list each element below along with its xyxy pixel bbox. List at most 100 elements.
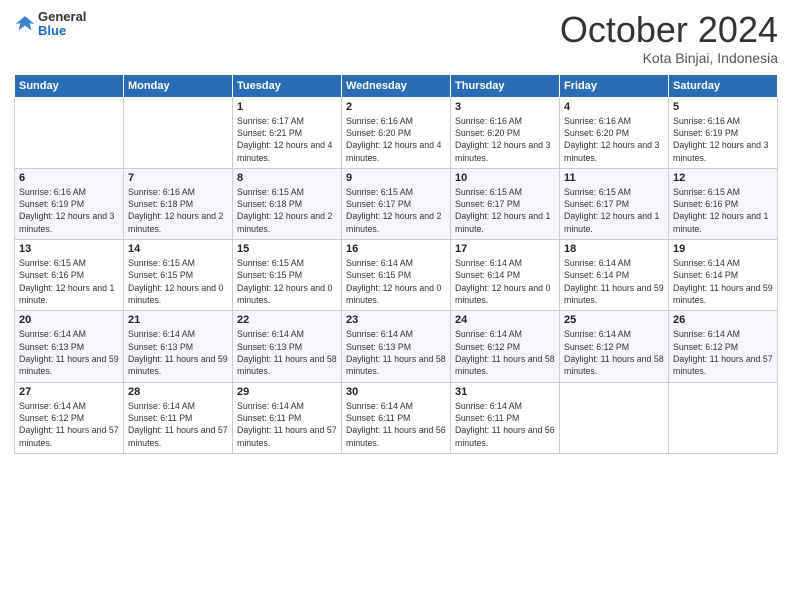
day-info: Sunrise: 6:17 AMSunset: 6:21 PMDaylight:… bbox=[237, 115, 337, 164]
table-row: 18 Sunrise: 6:14 AMSunset: 6:14 PMDayligh… bbox=[560, 240, 669, 311]
table-row: 15 Sunrise: 6:15 AMSunset: 6:15 PMDayligh… bbox=[233, 240, 342, 311]
day-info: Sunrise: 6:14 AMSunset: 6:12 PMDaylight:… bbox=[673, 328, 773, 377]
month-title: October 2024 bbox=[560, 10, 778, 50]
col-thursday: Thursday bbox=[451, 74, 560, 97]
table-row: 17 Sunrise: 6:14 AMSunset: 6:14 PMDayligh… bbox=[451, 240, 560, 311]
table-row: 19Sunrise: 6:14 AMSunset: 6:14 PMDayligh… bbox=[669, 240, 778, 311]
table-row: 23Sunrise: 6:14 AMSunset: 6:13 PMDayligh… bbox=[342, 311, 451, 382]
table-row: 12Sunrise: 6:15 AMSunset: 6:16 PMDayligh… bbox=[669, 168, 778, 239]
table-row: 24Sunrise: 6:14 AMSunset: 6:12 PMDayligh… bbox=[451, 311, 560, 382]
day-info: Sunrise: 6:14 AMSunset: 6:11 PMDaylight:… bbox=[346, 400, 446, 449]
day-info: Sunrise: 6:15 AMSunset: 6:17 PMDaylight:… bbox=[455, 186, 555, 235]
day-info: Sunrise: 6:14 AMSunset: 6:12 PMDaylight:… bbox=[455, 328, 555, 377]
day-info: Sunrise: 6:16 AMSunset: 6:20 PMDaylight:… bbox=[564, 115, 664, 164]
day-info: Sunrise: 6:14 AMSunset: 6:14 PMDaylight:… bbox=[564, 257, 664, 306]
day-info: Sunrise: 6:16 AMSunset: 6:19 PMDaylight:… bbox=[673, 115, 773, 164]
table-row: 10 Sunrise: 6:15 AMSunset: 6:17 PMDayligh… bbox=[451, 168, 560, 239]
day-number: 27 bbox=[19, 386, 119, 398]
day-info: Sunrise: 6:14 AMSunset: 6:11 PMDaylight:… bbox=[237, 400, 337, 449]
day-number: 5 bbox=[673, 101, 773, 113]
day-number: 31 bbox=[455, 386, 555, 398]
logo-general: General bbox=[38, 10, 86, 24]
day-info: Sunrise: 6:14 AMSunset: 6:15 PMDaylight:… bbox=[346, 257, 446, 306]
day-number: 25 bbox=[564, 314, 664, 326]
day-info: Sunrise: 6:14 AMSunset: 6:13 PMDaylight:… bbox=[237, 328, 337, 377]
day-number: 26 bbox=[673, 314, 773, 326]
table-row: 8 Sunrise: 6:15 AMSunset: 6:18 PMDaylight… bbox=[233, 168, 342, 239]
day-info: Sunrise: 6:15 AMSunset: 6:18 PMDaylight:… bbox=[237, 186, 337, 235]
col-monday: Monday bbox=[124, 74, 233, 97]
table-row: 31 Sunrise: 6:14 AMSunset: 6:11 PMDayligh… bbox=[451, 382, 560, 453]
day-number: 4 bbox=[564, 101, 664, 113]
calendar-week-5: 27Sunrise: 6:14 AMSunset: 6:12 PMDayligh… bbox=[15, 382, 778, 453]
day-info: Sunrise: 6:16 AMSunset: 6:19 PMDaylight:… bbox=[19, 186, 119, 235]
table-row: 7 Sunrise: 6:16 AMSunset: 6:18 PMDaylight… bbox=[124, 168, 233, 239]
day-info: Sunrise: 6:14 AMSunset: 6:13 PMDaylight:… bbox=[128, 328, 228, 377]
calendar-week-4: 20 Sunrise: 6:14 AMSunset: 6:13 PMDayligh… bbox=[15, 311, 778, 382]
table-row bbox=[15, 97, 124, 168]
day-info: Sunrise: 6:14 AMSunset: 6:14 PMDaylight:… bbox=[455, 257, 555, 306]
day-number: 8 bbox=[237, 172, 337, 184]
day-number: 14 bbox=[128, 243, 228, 255]
col-wednesday: Wednesday bbox=[342, 74, 451, 97]
calendar-table: Sunday Monday Tuesday Wednesday Thursday… bbox=[14, 74, 778, 454]
day-info: Sunrise: 6:15 AMSunset: 6:17 PMDaylight:… bbox=[564, 186, 664, 235]
table-row: 14 Sunrise: 6:15 AMSunset: 6:15 PMDayligh… bbox=[124, 240, 233, 311]
day-number: 21 bbox=[128, 314, 228, 326]
col-saturday: Saturday bbox=[669, 74, 778, 97]
day-info: Sunrise: 6:15 AMSunset: 6:15 PMDaylight:… bbox=[128, 257, 228, 306]
day-number: 15 bbox=[237, 243, 337, 255]
day-number: 17 bbox=[455, 243, 555, 255]
logo-blue: Blue bbox=[38, 24, 86, 38]
day-info: Sunrise: 6:14 AMSunset: 6:13 PMDaylight:… bbox=[346, 328, 446, 377]
title-block: October 2024 Kota Binjai, Indonesia bbox=[560, 10, 778, 66]
table-row bbox=[124, 97, 233, 168]
day-info: Sunrise: 6:16 AMSunset: 6:18 PMDaylight:… bbox=[128, 186, 228, 235]
logo: General Blue bbox=[14, 10, 86, 39]
day-info: Sunrise: 6:16 AMSunset: 6:20 PMDaylight:… bbox=[346, 115, 446, 164]
location: Kota Binjai, Indonesia bbox=[560, 50, 778, 66]
table-row: 4 Sunrise: 6:16 AMSunset: 6:20 PMDaylight… bbox=[560, 97, 669, 168]
day-info: Sunrise: 6:15 AMSunset: 6:16 PMDaylight:… bbox=[19, 257, 119, 306]
col-sunday: Sunday bbox=[15, 74, 124, 97]
day-info: Sunrise: 6:14 AMSunset: 6:11 PMDaylight:… bbox=[128, 400, 228, 449]
page: General Blue October 2024 Kota Binjai, I… bbox=[0, 0, 792, 612]
day-number: 19 bbox=[673, 243, 773, 255]
day-number: 16 bbox=[346, 243, 446, 255]
table-row: 25 Sunrise: 6:14 AMSunset: 6:12 PMDayligh… bbox=[560, 311, 669, 382]
day-number: 30 bbox=[346, 386, 446, 398]
day-info: Sunrise: 6:15 AMSunset: 6:15 PMDaylight:… bbox=[237, 257, 337, 306]
table-row: 30 Sunrise: 6:14 AMSunset: 6:11 PMDayligh… bbox=[342, 382, 451, 453]
day-info: Sunrise: 6:14 AMSunset: 6:12 PMDaylight:… bbox=[564, 328, 664, 377]
table-row: 2 Sunrise: 6:16 AMSunset: 6:20 PMDaylight… bbox=[342, 97, 451, 168]
table-row: 1 Sunrise: 6:17 AMSunset: 6:21 PMDaylight… bbox=[233, 97, 342, 168]
day-number: 18 bbox=[564, 243, 664, 255]
day-number: 2 bbox=[346, 101, 446, 113]
table-row: 22 Sunrise: 6:14 AMSunset: 6:13 PMDayligh… bbox=[233, 311, 342, 382]
day-info: Sunrise: 6:14 AMSunset: 6:11 PMDaylight:… bbox=[455, 400, 555, 449]
calendar-week-2: 6Sunrise: 6:16 AMSunset: 6:19 PMDaylight… bbox=[15, 168, 778, 239]
day-number: 20 bbox=[19, 314, 119, 326]
table-row: 16 Sunrise: 6:14 AMSunset: 6:15 PMDayligh… bbox=[342, 240, 451, 311]
table-row: 28Sunrise: 6:14 AMSunset: 6:11 PMDayligh… bbox=[124, 382, 233, 453]
day-info: Sunrise: 6:15 AMSunset: 6:16 PMDaylight:… bbox=[673, 186, 773, 235]
day-number: 10 bbox=[455, 172, 555, 184]
day-number: 11 bbox=[564, 172, 664, 184]
day-info: Sunrise: 6:15 AMSunset: 6:17 PMDaylight:… bbox=[346, 186, 446, 235]
table-row: 29Sunrise: 6:14 AMSunset: 6:11 PMDayligh… bbox=[233, 382, 342, 453]
table-row: 26 Sunrise: 6:14 AMSunset: 6:12 PMDayligh… bbox=[669, 311, 778, 382]
day-number: 22 bbox=[237, 314, 337, 326]
calendar-header-row: Sunday Monday Tuesday Wednesday Thursday… bbox=[15, 74, 778, 97]
day-number: 7 bbox=[128, 172, 228, 184]
day-number: 3 bbox=[455, 101, 555, 113]
header: General Blue October 2024 Kota Binjai, I… bbox=[14, 10, 778, 66]
col-tuesday: Tuesday bbox=[233, 74, 342, 97]
table-row: 9Sunrise: 6:15 AMSunset: 6:17 PMDaylight… bbox=[342, 168, 451, 239]
table-row: 13Sunrise: 6:15 AMSunset: 6:16 PMDayligh… bbox=[15, 240, 124, 311]
table-row: 6Sunrise: 6:16 AMSunset: 6:19 PMDaylight… bbox=[15, 168, 124, 239]
day-number: 1 bbox=[237, 101, 337, 113]
table-row: 11 Sunrise: 6:15 AMSunset: 6:17 PMDayligh… bbox=[560, 168, 669, 239]
calendar-week-3: 13Sunrise: 6:15 AMSunset: 6:16 PMDayligh… bbox=[15, 240, 778, 311]
day-info: Sunrise: 6:14 AMSunset: 6:13 PMDaylight:… bbox=[19, 328, 119, 377]
logo-text: General Blue bbox=[38, 10, 86, 39]
